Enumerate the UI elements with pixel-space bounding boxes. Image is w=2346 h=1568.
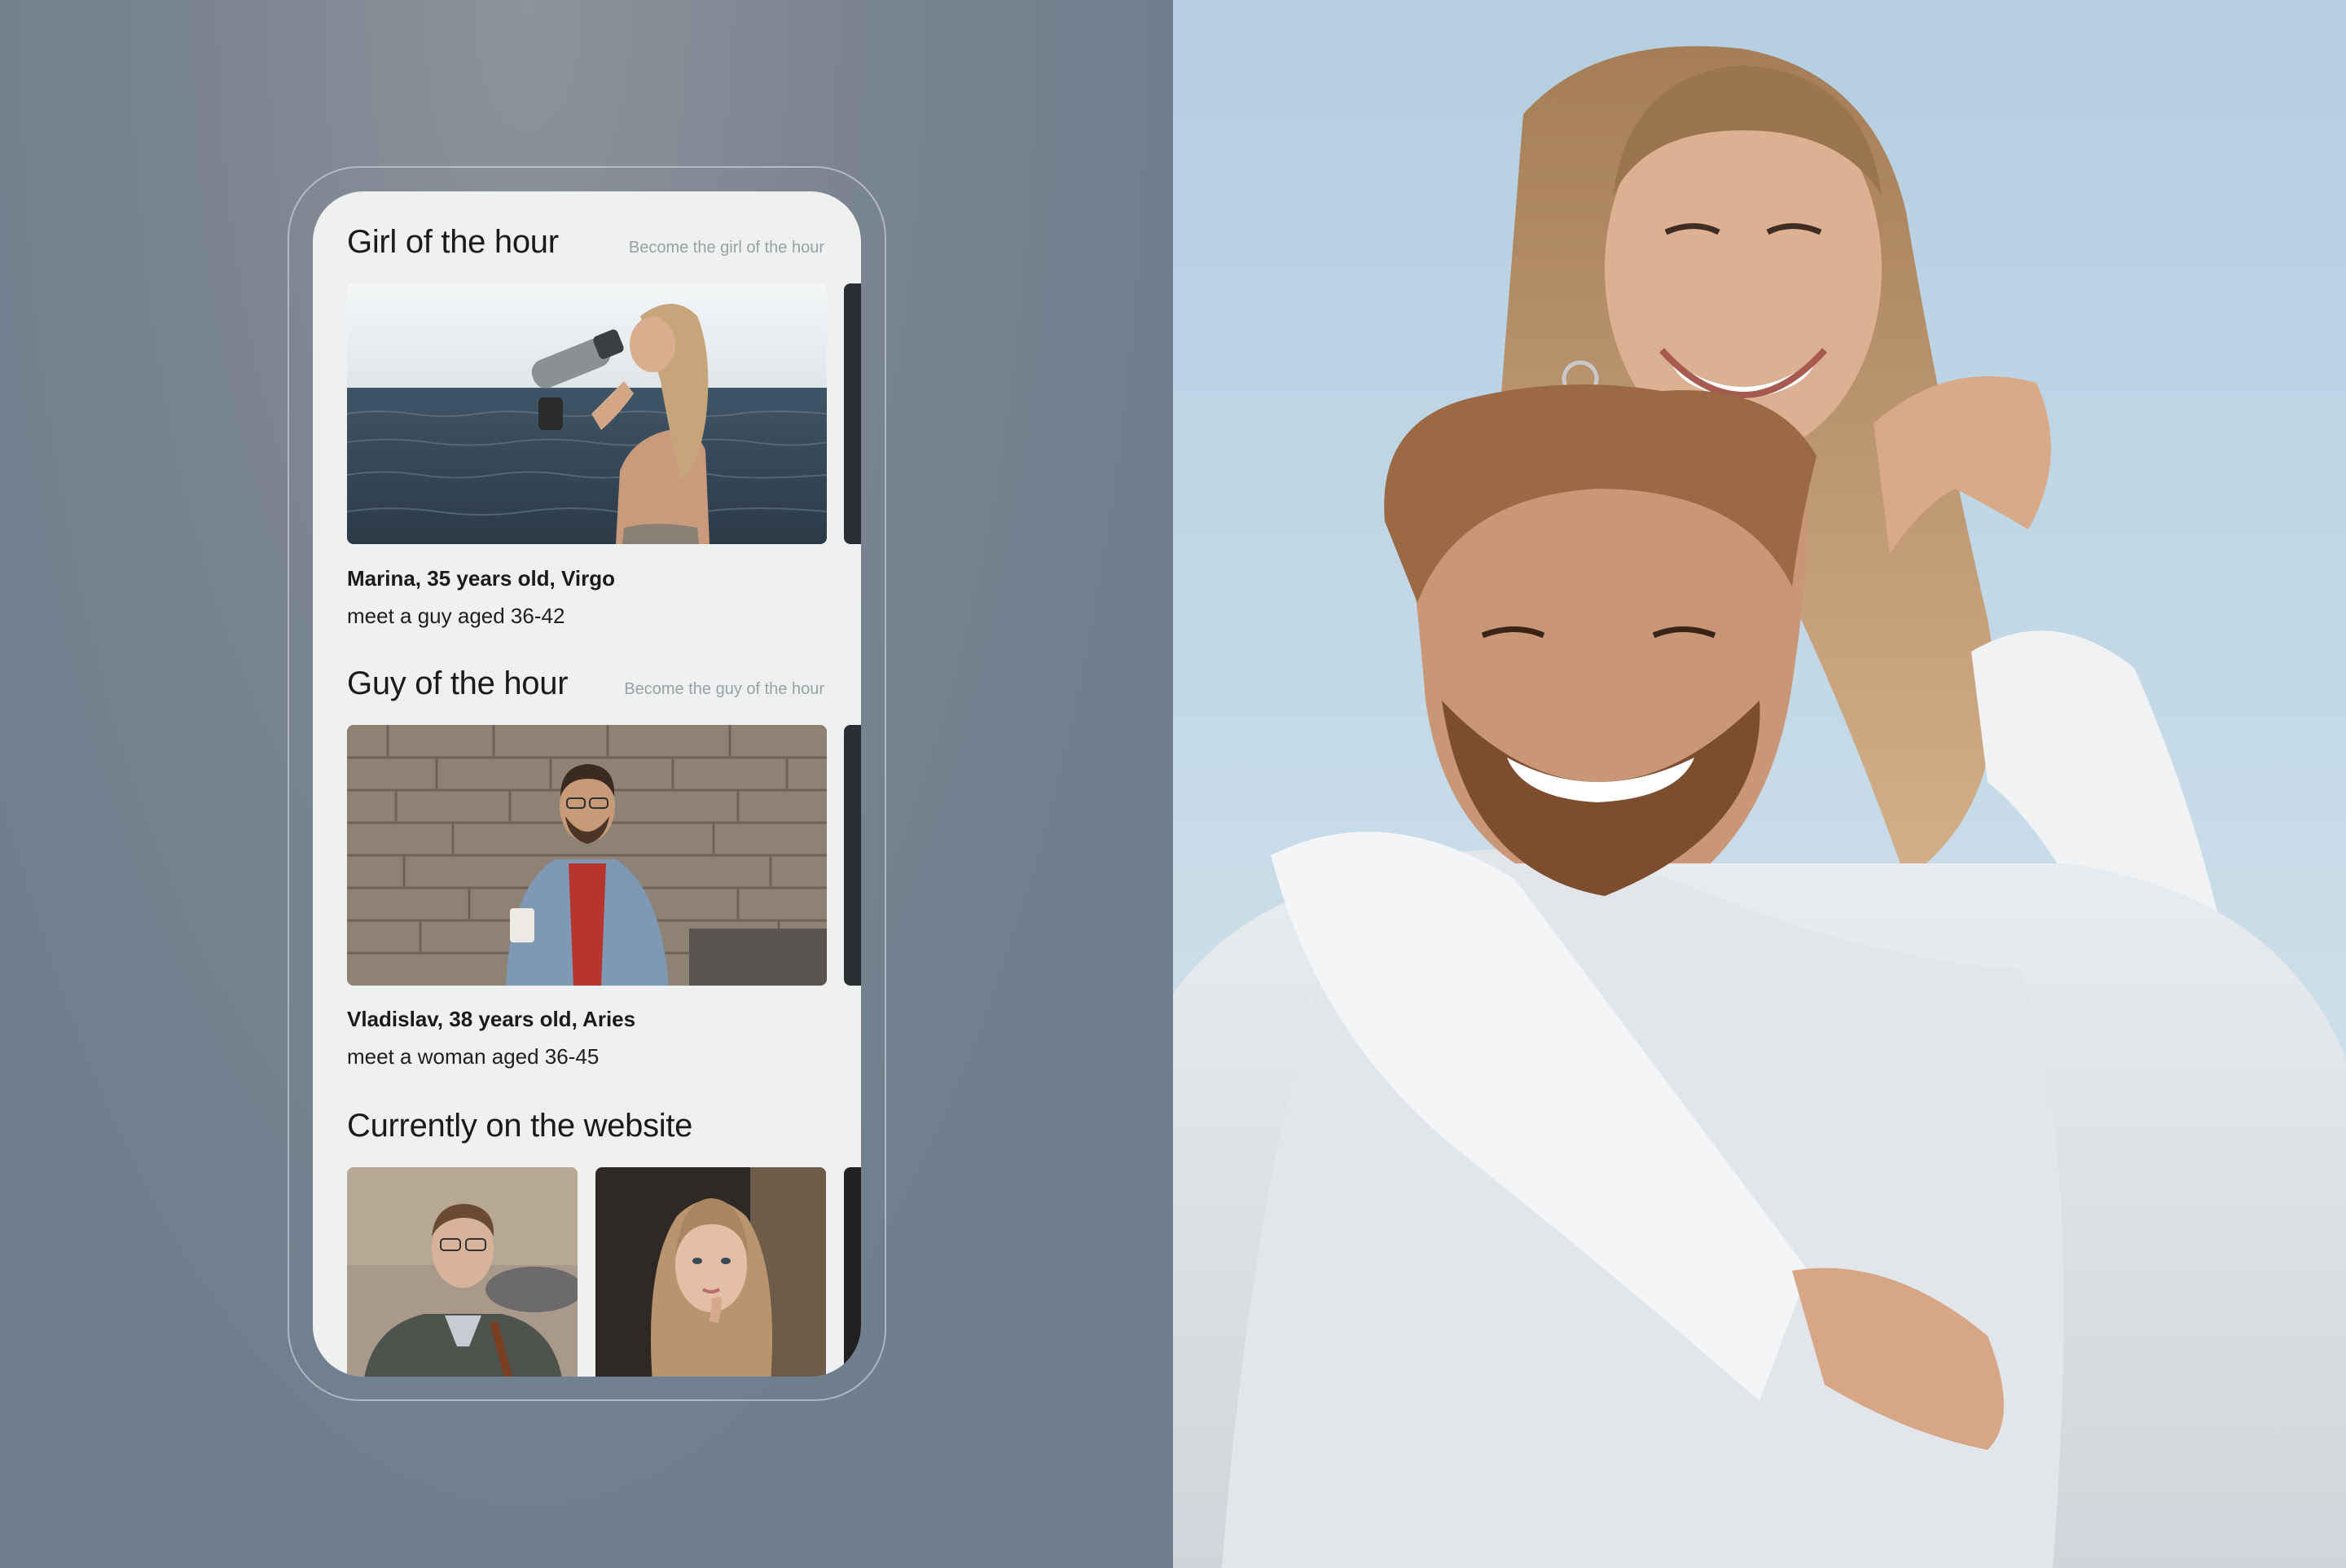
girl-section-header: Girl of the hour Become the girl of the … bbox=[347, 224, 824, 261]
guy-photo[interactable] bbox=[347, 725, 827, 986]
online-user-photo-3[interactable] bbox=[844, 1167, 861, 1377]
guy-next-photo[interactable] bbox=[844, 725, 861, 986]
girl-photo[interactable] bbox=[347, 283, 827, 544]
online-section-header: Currently on the website bbox=[347, 1108, 824, 1144]
guy-meta: meet a woman aged 36-45 bbox=[347, 1044, 600, 1069]
hero-photo bbox=[1173, 0, 2346, 1568]
become-guy-link[interactable]: Become the guy of the hour bbox=[624, 680, 824, 699]
become-girl-link[interactable]: Become the girl of the hour bbox=[629, 239, 824, 257]
online-user-photo-1[interactable] bbox=[347, 1167, 578, 1377]
girl-next-photo[interactable] bbox=[844, 283, 861, 544]
guy-name: Vladislav, 38 years old, Aries bbox=[347, 1007, 636, 1031]
girl-section-title: Girl of the hour bbox=[347, 224, 559, 260]
guy-section-header: Guy of the hour Become the guy of the ho… bbox=[347, 665, 824, 702]
guy-section-title: Guy of the hour bbox=[347, 665, 569, 701]
phone-screen[interactable]: Girl of the hour Become the girl of the … bbox=[313, 191, 861, 1377]
online-user-photo-2[interactable] bbox=[595, 1167, 826, 1377]
girl-name: Marina, 35 years old, Virgo bbox=[347, 566, 615, 591]
mockup-background: Girl of the hour Become the girl of the … bbox=[0, 0, 1173, 1568]
online-section-title: Currently on the website bbox=[347, 1108, 693, 1144]
stage: Girl of the hour Become the girl of the … bbox=[0, 0, 2346, 1568]
girl-meta: meet a guy aged 36-42 bbox=[347, 604, 565, 628]
